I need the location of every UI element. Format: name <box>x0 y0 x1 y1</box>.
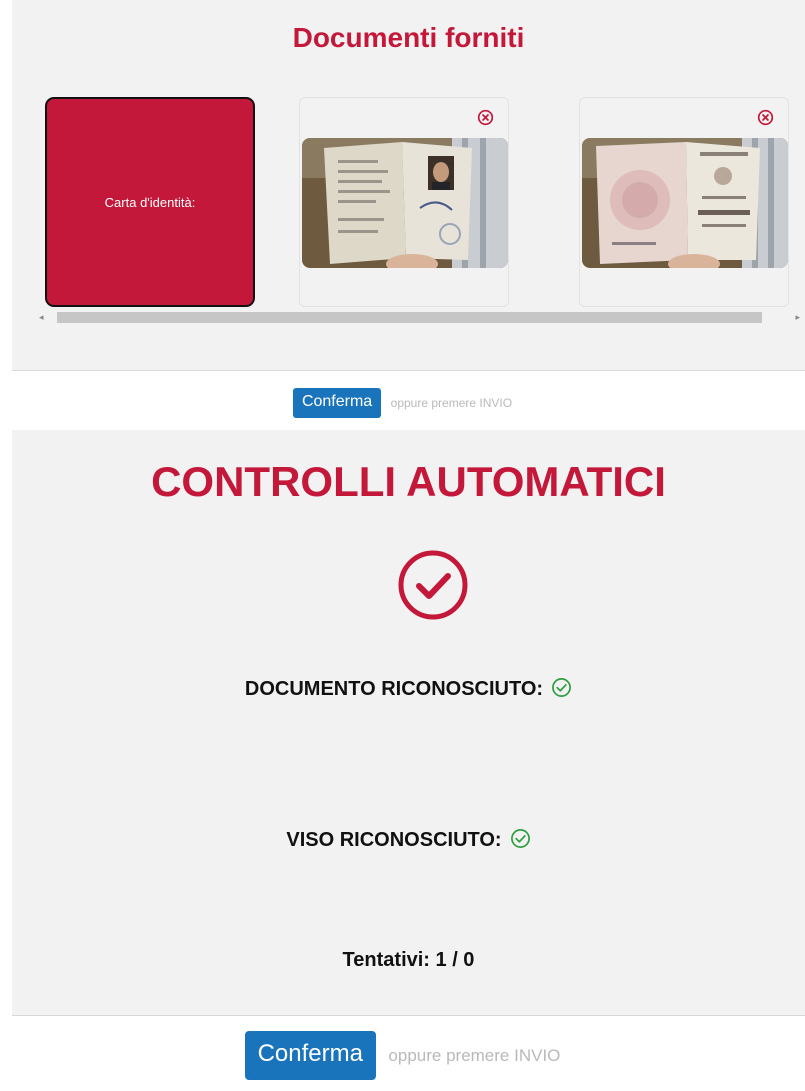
document-ok-check-icon <box>552 678 572 697</box>
enter-hint-top: oppure premere INVIO <box>390 396 513 410</box>
document-photo-1 <box>302 138 508 268</box>
scroll-left-icon[interactable]: ◂ <box>39 312 44 323</box>
automatic-checks-title: CONTROLLI AUTOMATICI <box>151 458 666 505</box>
enter-hint-bottom: oppure premere INVIO <box>388 1045 561 1065</box>
face-recognized-label: VISO RICONOSCIUTO: <box>286 829 502 851</box>
documents-panel: Documenti forniti Carta d'identità: ◂ ▸ <box>12 0 805 371</box>
document-recognized-label: DOCUMENTO RICONOSCIUTO: <box>244 678 544 700</box>
scrollbar-thumb[interactable] <box>57 312 762 323</box>
documents-horizontal-scrollbar[interactable]: ◂ ▸ <box>37 310 802 326</box>
document-thumbnail-2[interactable] <box>579 97 789 307</box>
face-recognized-line: VISO RICONOSCIUTO: <box>12 828 805 852</box>
id-card-category-tile[interactable]: Carta d'identità: <box>45 97 255 307</box>
id-card-category-label: Carta d'identità: <box>104 194 196 210</box>
confirm-row-top: Conferma oppure premere INVIO <box>0 388 805 418</box>
confirm-button-bottom[interactable]: Conferma <box>244 1031 376 1080</box>
circle-check-icon <box>398 550 468 620</box>
document-thumbnail-1[interactable] <box>299 97 509 307</box>
scroll-right-icon[interactable]: ▸ <box>795 312 800 323</box>
documents-title: Documenti forniti <box>292 22 525 53</box>
confirm-row-bottom: Conferma oppure premere INVIO <box>0 1031 805 1080</box>
automatic-checks-panel: CONTROLLI AUTOMATICI DOCUMENTO RICONOSCI… <box>12 430 805 1016</box>
face-ok-check-icon <box>510 829 530 848</box>
document-photo-2 <box>582 138 788 268</box>
confirm-button-top[interactable]: Conferma <box>292 388 382 418</box>
attempts-counter: Tentativi: 1 / 0 <box>342 949 475 971</box>
document-recognized-line: DOCUMENTO RICONOSCIUTO: <box>12 677 805 701</box>
remove-document-icon[interactable] <box>477 109 494 126</box>
remove-document-icon[interactable] <box>757 109 774 126</box>
